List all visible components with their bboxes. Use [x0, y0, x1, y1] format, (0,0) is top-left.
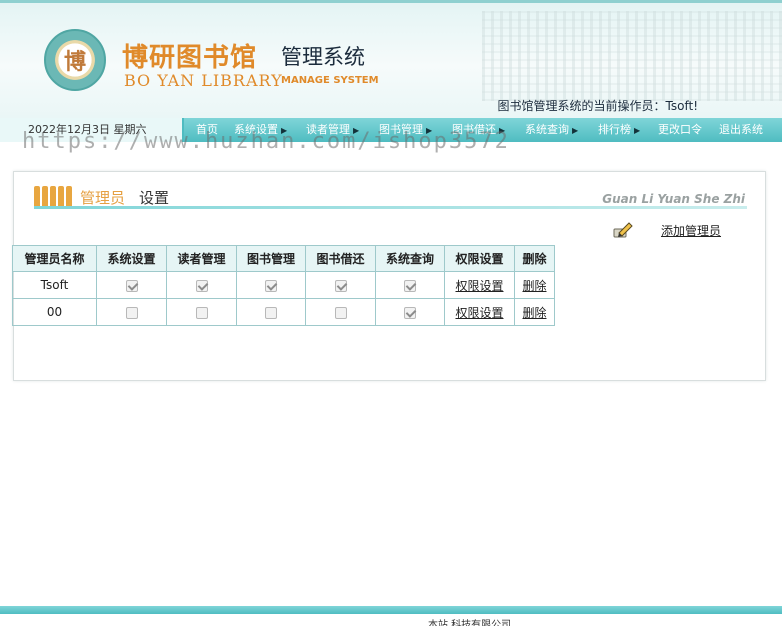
permission-cell [166, 298, 237, 326]
admin-table: 管理员名称 系统设置 读者管理 图书管理 图书借还 系统查询 权限设置 删除 T… [12, 245, 555, 326]
nav-item-label: 排行榜 [598, 123, 631, 136]
nav-item-5[interactable]: 系统查询 ▶ [525, 118, 598, 142]
permission-checkbox[interactable] [195, 279, 208, 292]
pen-edit-icon[interactable] [613, 221, 633, 239]
nav-item-label: 图书管理 [379, 123, 423, 136]
delete-link-cell: 删除 [514, 298, 555, 326]
delete-link[interactable]: 删除 [522, 306, 546, 320]
permission-cell [96, 298, 167, 326]
brand-name-en: BO YAN LIBRARY [124, 71, 283, 90]
panel-pinyin: Guan Li Yuan She Zhi [602, 192, 745, 206]
nav-item-label: 退出系统 [719, 123, 763, 136]
footer-bar [0, 606, 782, 614]
building-illustration [482, 11, 782, 101]
main-nav-bar: 2022年12月3日 星期六 首页 系统设置 ▶ 读者管理 ▶ 图书管理 ▶ 图书借还 ▶ 系统查… [0, 118, 782, 142]
nav-item-8[interactable]: 退出系统 [719, 118, 779, 142]
table-header-row: 管理员名称 系统设置 读者管理 图书管理 图书借还 系统查询 权限设置 删除 [12, 245, 555, 272]
nav-item-1[interactable]: 系统设置 ▶ [234, 118, 306, 142]
nav-item-2[interactable]: 读者管理 ▶ [306, 118, 379, 142]
admin-name-cell: 00 [12, 298, 97, 326]
permission-cell [96, 271, 167, 299]
permission-checkbox[interactable] [125, 306, 138, 319]
permission-cell [305, 298, 376, 326]
permission-cell [236, 298, 306, 326]
panel-title-highlight: 管理员 [80, 189, 126, 207]
permission-checkbox[interactable] [265, 306, 277, 319]
add-admin-link[interactable]: 添加管理员 [661, 222, 721, 239]
col-admin-name: 管理员名称 [12, 245, 97, 272]
col-delete: 删除 [514, 245, 555, 272]
permission-cell [305, 271, 376, 299]
current-date: 2022年12月3日 星期六 [0, 118, 184, 142]
footer-text: 本站 科技有限公司 [428, 620, 512, 626]
header: 博 博研图书馆 管理系统 BO YAN LIBRARY MANAGE SYSTE… [0, 0, 782, 118]
nav-item-label: 更改口令 [658, 123, 702, 136]
nav-item-4[interactable]: 图书借还 ▶ [452, 118, 525, 142]
submenu-arrow-icon: ▶ [499, 126, 506, 135]
submenu-arrow-icon: ▶ [426, 126, 433, 135]
col-book-mgmt: 图书管理 [236, 245, 306, 272]
library-seal-logo: 博 [44, 29, 106, 91]
brand-name-cn-suffix: 管理系统 [281, 45, 365, 69]
brand-name-en-suffix: MANAGE SYSTEM [281, 75, 379, 86]
panel-title-rest: 设置 [139, 189, 170, 207]
permission-checkbox[interactable] [125, 279, 138, 292]
permission-checkbox[interactable] [265, 279, 277, 292]
submenu-arrow-icon: ▶ [353, 126, 360, 135]
nav-item-label: 读者管理 [306, 123, 350, 136]
title-divider [34, 206, 747, 209]
permission-cell [375, 298, 445, 326]
permission-checkbox[interactable] [404, 279, 416, 292]
table-row: Tsoft 权限设置 删除 [12, 271, 555, 299]
col-permission-settings: 权限设置 [444, 245, 515, 272]
delete-link-cell: 删除 [514, 271, 555, 299]
nav-item-0[interactable]: 首页 [196, 118, 234, 142]
permission-settings-link[interactable]: 权限设置 [455, 279, 503, 293]
permission-cell [166, 271, 237, 299]
nav-item-6[interactable]: 排行榜 ▶ [598, 118, 658, 142]
col-reader-mgmt: 读者管理 [166, 245, 237, 272]
permission-cell [375, 271, 445, 299]
nav-item-label: 图书借还 [452, 123, 496, 136]
col-system-query: 系统查询 [375, 245, 445, 272]
submenu-arrow-icon: ▶ [634, 126, 641, 135]
submenu-arrow-icon: ▶ [572, 126, 579, 135]
nav-item-3[interactable]: 图书管理 ▶ [379, 118, 452, 142]
brand-name-cn: 博研图书馆 [122, 43, 258, 73]
permission-settings-link[interactable]: 权限设置 [455, 306, 503, 320]
permission-link-cell: 权限设置 [444, 298, 515, 326]
admin-table-body: Tsoft 权限设置 删除 00 权限设置 删除 [12, 271, 555, 326]
permission-checkbox[interactable] [195, 306, 208, 319]
permission-checkbox[interactable] [334, 306, 347, 319]
table-row: 00 权限设置 删除 [12, 298, 555, 326]
seal-char: 博 [63, 49, 86, 75]
submenu-arrow-icon: ▶ [281, 126, 288, 135]
col-system-settings: 系统设置 [96, 245, 167, 272]
delete-link[interactable]: 删除 [522, 279, 546, 293]
nav-item-7[interactable]: 更改口令 [658, 118, 719, 142]
nav-menu: 首页 系统设置 ▶ 读者管理 ▶ 图书管理 ▶ 图书借还 ▶ 系统查询 ▶ 排行榜 ▶ 更改口令 退出系统 [196, 118, 779, 142]
permission-link-cell: 权限设置 [444, 271, 515, 299]
col-book-lending: 图书借还 [305, 245, 376, 272]
permission-checkbox[interactable] [334, 279, 347, 292]
permission-cell [236, 271, 306, 299]
current-operator: 图书馆管理系统的当前操作员：Tsoft! [497, 99, 698, 113]
nav-item-label: 系统查询 [525, 123, 569, 136]
permission-checkbox[interactable] [404, 306, 416, 319]
add-admin-link-group: 添加管理员 [613, 220, 721, 240]
nav-item-label: 系统设置 [234, 123, 278, 136]
admin-name-cell: Tsoft [12, 271, 97, 299]
books-icon [34, 186, 72, 206]
nav-item-label: 首页 [196, 123, 218, 136]
